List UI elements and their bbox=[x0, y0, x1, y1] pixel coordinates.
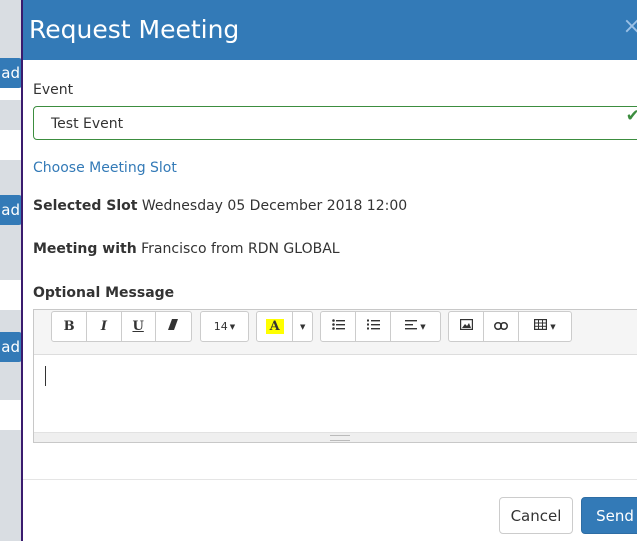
message-textarea[interactable] bbox=[34, 354, 637, 433]
background-button-label: ad bbox=[1, 64, 20, 82]
image-icon bbox=[459, 319, 473, 334]
caret-down-icon: ▼ bbox=[550, 322, 556, 331]
underline-button[interactable]: U bbox=[122, 312, 156, 341]
choose-meeting-slot-link[interactable]: Choose Meeting Slot bbox=[33, 160, 177, 176]
caret-down-icon: ▼ bbox=[229, 322, 236, 331]
insert-link-button[interactable] bbox=[484, 312, 519, 341]
highlight-letter: A bbox=[265, 319, 284, 334]
caret-down-icon: ▼ bbox=[299, 322, 306, 331]
event-selected-value: Test Event bbox=[51, 116, 124, 132]
editor-toolbar: B I U 14 ▼ A ▼ ▼ ▼ bbox=[34, 310, 637, 355]
resize-grip-icon bbox=[330, 435, 350, 441]
editor-resize-handle[interactable] bbox=[34, 432, 637, 442]
event-select[interactable]: Test Event ✔ ▼ bbox=[33, 106, 637, 140]
meeting-with-value: Francisco from RDN GLOBAL bbox=[141, 241, 340, 257]
numbered-list-icon bbox=[366, 319, 380, 334]
insert-image-button[interactable] bbox=[449, 312, 485, 341]
optional-message-label: Optional Message bbox=[33, 285, 175, 301]
eraser-icon bbox=[168, 319, 179, 334]
check-icon: ✔ bbox=[626, 106, 637, 126]
background-button-label: ad bbox=[1, 201, 20, 219]
background-panel bbox=[0, 400, 22, 430]
toolbar-group-style: B I U bbox=[51, 311, 192, 342]
send-button[interactable]: Send bbox=[581, 497, 637, 534]
selected-slot-label: Selected Slot bbox=[33, 198, 138, 214]
modal-title: Request Meeting bbox=[29, 14, 240, 44]
link-icon bbox=[494, 319, 509, 334]
table-icon bbox=[534, 319, 548, 334]
unordered-list-button[interactable] bbox=[321, 312, 357, 341]
background-button-3[interactable]: ad bbox=[0, 332, 22, 362]
close-icon[interactable]: × bbox=[623, 14, 637, 39]
insert-table-dropdown[interactable]: ▼ bbox=[519, 312, 571, 341]
background-button-2[interactable]: ad bbox=[0, 195, 22, 225]
toolbar-group-color: A ▼ bbox=[256, 311, 313, 342]
request-meeting-modal: Request Meeting × Event Test Event ✔ ▼ C… bbox=[21, 0, 637, 541]
toolbar-group-font-size: 14 ▼ bbox=[200, 311, 249, 342]
bold-button[interactable]: B bbox=[52, 312, 88, 341]
toolbar-group-insert: ▼ bbox=[448, 311, 572, 342]
selected-slot-value: Wednesday 05 December 2018 12:00 bbox=[141, 198, 408, 214]
paragraph-align-dropdown[interactable]: ▼ bbox=[391, 312, 440, 341]
text-cursor bbox=[45, 366, 46, 386]
modal-header: Request Meeting × bbox=[23, 0, 637, 60]
font-size-dropdown[interactable]: 14 ▼ bbox=[201, 312, 248, 341]
background-button-label: ad bbox=[1, 338, 20, 356]
align-left-icon bbox=[405, 319, 418, 334]
cancel-button[interactable]: Cancel bbox=[499, 497, 573, 534]
clear-format-button[interactable] bbox=[156, 312, 191, 341]
event-label: Event bbox=[33, 82, 74, 98]
background-panel bbox=[0, 130, 22, 160]
background-button-1[interactable]: ad bbox=[0, 58, 22, 88]
footer-divider bbox=[23, 479, 637, 480]
caret-down-icon: ▼ bbox=[420, 322, 426, 331]
selected-slot-row: Selected Slot Wednesday 05 December 2018… bbox=[33, 198, 407, 214]
meeting-with-row: Meeting with Francisco from RDN GLOBAL bbox=[33, 241, 340, 257]
background-panel bbox=[0, 280, 22, 310]
toolbar-group-paragraph: ▼ bbox=[320, 311, 441, 342]
ordered-list-button[interactable] bbox=[356, 312, 391, 341]
meeting-with-label: Meeting with bbox=[33, 241, 137, 257]
italic-button[interactable]: I bbox=[87, 312, 122, 341]
highlight-color-button[interactable]: A bbox=[257, 312, 294, 341]
bullet-list-icon bbox=[331, 319, 345, 334]
rich-text-editor: B I U 14 ▼ A ▼ ▼ ▼ bbox=[33, 309, 637, 443]
color-dropdown-toggle[interactable]: ▼ bbox=[293, 312, 312, 341]
font-size-value: 14 bbox=[213, 320, 228, 333]
